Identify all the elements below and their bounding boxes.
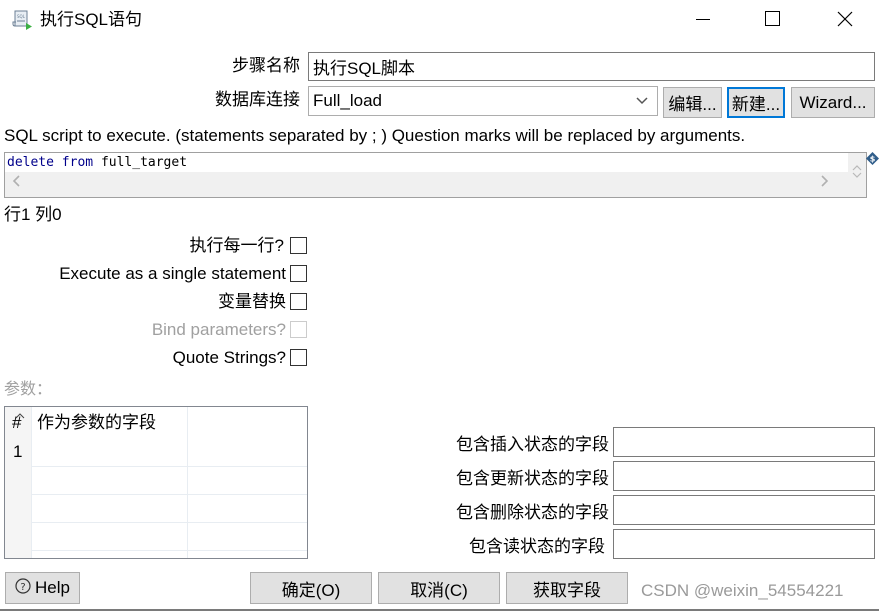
svg-text:$: $ (870, 155, 876, 164)
sql-description: SQL script to execute. (statements separ… (4, 126, 746, 145)
row-number: 1 (13, 442, 23, 461)
params-label: 参数： (4, 381, 53, 398)
table-row[interactable]: 1 (5, 438, 307, 466)
bind-parameters-label: Bind parameters? (151, 320, 286, 339)
insert-status-input[interactable] (613, 427, 875, 457)
read-status-label: 包含读状态的字段 (469, 537, 605, 556)
step-name-value: 执行SQL脚本 (313, 59, 416, 78)
quote-strings-label: Quote Strings? (172, 348, 286, 367)
vertical-scrollbar[interactable] (848, 153, 866, 197)
help-button[interactable]: ? Help (5, 572, 80, 604)
delete-status-input[interactable] (613, 495, 875, 525)
sql-keyword: from (61, 155, 94, 170)
watermark: CSDN @weixin_54554221 (641, 581, 844, 600)
close-button[interactable] (822, 0, 868, 42)
sql-script-icon: SQL (12, 9, 34, 31)
get-fields-button[interactable]: 获取字段 (506, 572, 628, 604)
wizard-button[interactable]: Wizard... (791, 87, 875, 118)
bottom-separator (0, 609, 879, 611)
help-icon: ? (15, 577, 31, 599)
maximize-icon (765, 10, 781, 32)
single-statement-checkbox[interactable] (290, 265, 307, 282)
minimize-icon (696, 11, 710, 31)
cursor-position: 行1 列0 (4, 205, 62, 224)
read-status-input[interactable] (613, 529, 875, 559)
db-connection-select[interactable]: Full_load (308, 86, 658, 116)
cancel-button[interactable]: 取消(C) (378, 572, 500, 604)
title-bar: SQL 执行SQL语句 (0, 0, 879, 42)
delete-status-label: 包含删除状态的字段 (456, 503, 609, 522)
maximize-button[interactable] (750, 0, 796, 42)
scroll-down-icon[interactable] (852, 164, 862, 184)
variable-substitution-label: 变量替换 (218, 292, 286, 311)
variable-substitution-checkbox[interactable] (290, 293, 307, 310)
svg-text:SQL: SQL (17, 14, 26, 19)
execute-each-row-checkbox[interactable] (290, 237, 307, 254)
update-status-label: 包含更新状态的字段 (456, 469, 609, 488)
svg-text:?: ? (20, 582, 25, 593)
help-label: Help (35, 578, 70, 597)
sql-editor[interactable]: delete from full_target (4, 152, 867, 198)
scroll-left-icon[interactable] (11, 174, 21, 193)
close-icon (837, 11, 853, 32)
sql-text: delete from full_target (7, 154, 187, 171)
execute-each-row-label: 执行每一行? (189, 236, 284, 255)
column-header-field[interactable]: 作为参数的字段 (37, 412, 156, 434)
horizontal-scrollbar[interactable] (5, 172, 848, 197)
new-connection-button[interactable]: 新建... (727, 87, 785, 118)
ok-button[interactable]: 确定(O) (250, 572, 372, 604)
edit-connection-button[interactable]: 编辑... (663, 87, 722, 118)
column-header-number[interactable]: # (12, 412, 21, 434)
params-table[interactable]: # 作为参数的字段 1 (4, 406, 308, 559)
scroll-right-icon[interactable] (820, 174, 830, 193)
sql-keyword: delete (7, 155, 54, 170)
db-connection-value: Full_load (313, 91, 382, 110)
minimize-button[interactable] (680, 0, 726, 42)
quote-strings-checkbox[interactable] (290, 349, 307, 366)
variable-indicator-icon: $ (866, 150, 879, 170)
db-connection-label: 数据库连接 (215, 90, 300, 109)
step-name-input[interactable]: 执行SQL脚本 (308, 52, 875, 81)
single-statement-label: Execute as a single statement (59, 264, 286, 283)
window-title: 执行SQL语句 (40, 10, 143, 29)
chevron-down-icon[interactable] (627, 87, 657, 115)
bind-parameters-checkbox (290, 321, 307, 338)
sql-identifier: full_target (100, 155, 188, 170)
insert-status-label: 包含插入状态的字段 (456, 435, 609, 454)
update-status-input[interactable] (613, 461, 875, 491)
step-name-label: 步骤名称 (232, 56, 300, 75)
